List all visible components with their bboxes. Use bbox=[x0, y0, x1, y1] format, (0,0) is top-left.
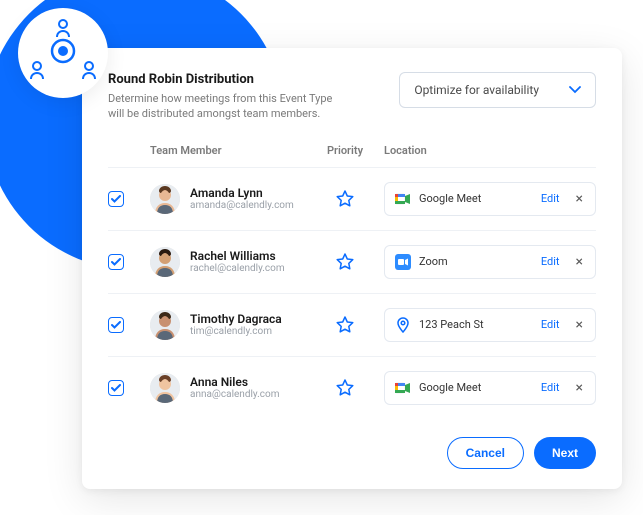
person-icon bbox=[81, 61, 97, 83]
row-checkbox[interactable] bbox=[108, 380, 124, 396]
location-label: 123 Peach St bbox=[419, 318, 533, 331]
optimize-dropdown[interactable]: Optimize for availability bbox=[399, 72, 596, 108]
avatar bbox=[150, 373, 180, 403]
priority-star[interactable] bbox=[320, 315, 370, 335]
card-description: Determine how meetings from this Event T… bbox=[108, 91, 348, 122]
row-checkbox[interactable] bbox=[108, 254, 124, 270]
distribution-card: Round Robin Distribution Determine how m… bbox=[82, 48, 622, 489]
close-icon[interactable]: × bbox=[574, 254, 585, 270]
google-meet-icon bbox=[395, 191, 411, 207]
close-icon[interactable]: × bbox=[574, 317, 585, 333]
member-name: Anna Niles bbox=[190, 375, 279, 389]
member-name: Rachel Williams bbox=[190, 249, 285, 263]
member-name: Amanda Lynn bbox=[190, 186, 294, 200]
member-email: tim@calendly.com bbox=[190, 326, 282, 337]
dropdown-label: Optimize for availability bbox=[414, 83, 539, 97]
location-chip: Zoom Edit × bbox=[384, 245, 596, 279]
next-button[interactable]: Next bbox=[534, 437, 596, 469]
edit-link[interactable]: Edit bbox=[541, 318, 560, 331]
location-chip: Google Meet Edit × bbox=[384, 371, 596, 405]
table-row: Amanda Lynnamanda@calendly.com Google Mee… bbox=[108, 167, 596, 230]
priority-star[interactable] bbox=[320, 378, 370, 398]
member-email: anna@calendly.com bbox=[190, 389, 279, 400]
location-label: Zoom bbox=[419, 255, 533, 268]
pin-icon bbox=[395, 317, 411, 333]
column-priority: Priority bbox=[320, 144, 370, 157]
avatar bbox=[150, 247, 180, 277]
row-checkbox[interactable] bbox=[108, 317, 124, 333]
member-email: amanda@calendly.com bbox=[190, 200, 294, 211]
cancel-button[interactable]: Cancel bbox=[447, 437, 524, 469]
column-member: Team Member bbox=[146, 144, 320, 157]
target-icon bbox=[50, 38, 76, 68]
table-row: Timothy Dagracatim@calendly.com 123 Peach… bbox=[108, 293, 596, 356]
table-header: Team Member Priority Location bbox=[108, 144, 596, 167]
location-label: Google Meet bbox=[419, 381, 533, 394]
close-icon[interactable]: × bbox=[574, 380, 585, 396]
member-email: rachel@calendly.com bbox=[190, 263, 285, 274]
person-icon bbox=[29, 61, 45, 83]
chevron-down-icon bbox=[569, 83, 581, 97]
edit-link[interactable]: Edit bbox=[541, 255, 560, 268]
zoom-icon bbox=[395, 254, 411, 270]
google-meet-icon bbox=[395, 380, 411, 396]
priority-star[interactable] bbox=[320, 252, 370, 272]
avatar bbox=[150, 184, 180, 214]
close-icon[interactable]: × bbox=[574, 191, 585, 207]
logo-badge bbox=[18, 8, 108, 98]
priority-star[interactable] bbox=[320, 189, 370, 209]
table-row: Rachel Williamsrachel@calendly.com Zoom Ed… bbox=[108, 230, 596, 293]
location-chip: Google Meet Edit × bbox=[384, 182, 596, 216]
card-title: Round Robin Distribution bbox=[108, 72, 383, 87]
column-location: Location bbox=[370, 144, 596, 157]
edit-link[interactable]: Edit bbox=[541, 192, 560, 205]
member-name: Timothy Dagraca bbox=[190, 312, 282, 326]
row-checkbox[interactable] bbox=[108, 191, 124, 207]
table-row: Anna Nilesanna@calendly.com Google Meet Ed… bbox=[108, 356, 596, 419]
avatar bbox=[150, 310, 180, 340]
location-chip: 123 Peach St Edit × bbox=[384, 308, 596, 342]
location-label: Google Meet bbox=[419, 192, 533, 205]
edit-link[interactable]: Edit bbox=[541, 381, 560, 394]
